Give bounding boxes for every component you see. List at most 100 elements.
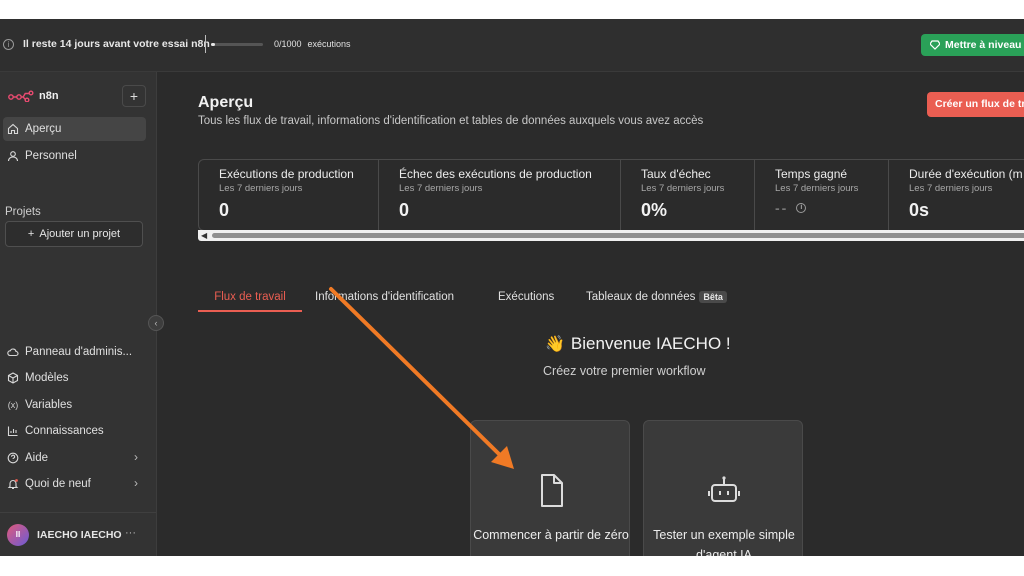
sidebar-item-variables[interactable]: (x) Variables: [3, 393, 146, 417]
wave-icon: 👋: [545, 336, 565, 353]
sidebar-item-label: Quoi de neuf: [25, 478, 91, 490]
tab-label: Informations d'identification: [315, 291, 454, 303]
logo[interactable]: n8n: [8, 90, 59, 102]
ai-agent-example-card[interactable]: Tester un exemple simple d'agent IA: [643, 420, 803, 556]
tab-label: Exécutions: [498, 291, 555, 303]
tab-data-tables[interactable]: Tableaux de données Bêta: [586, 284, 727, 312]
scrollbar-thumb[interactable]: [212, 233, 1024, 238]
welcome-subtitle: Créez votre premier workflow: [543, 364, 706, 378]
create-workflow-button[interactable]: Créer un flux de travail: [927, 92, 1024, 117]
stat-value: 0: [399, 200, 410, 220]
app-window: i Il reste 14 jours avant votre essai n8…: [0, 19, 1024, 556]
help-icon: [7, 452, 19, 464]
page-title: Aperçu: [198, 94, 254, 111]
trial-text: Il reste 14 jours avant votre essai n8n: [23, 38, 210, 50]
tab-label: Flux de travail: [214, 291, 286, 303]
sidebar-item-insights[interactable]: Connaissances: [3, 419, 146, 443]
stat-failure-rate[interactable]: Taux d'échec Les 7 derniers jours 0%: [621, 160, 755, 230]
create-plus-button[interactable]: +: [122, 85, 146, 107]
projects-heading: Projets: [5, 206, 41, 218]
stats-panel: Exécutions de production Les 7 derniers …: [198, 159, 1024, 231]
stat-label: Durée d'exécution (m: [909, 167, 1023, 181]
add-project-button[interactable]: + Ajouter un projet: [5, 221, 143, 247]
card-label: Commencer à partir de zéro: [473, 528, 629, 542]
home-icon: [7, 123, 19, 135]
sidebar-item-templates[interactable]: Modèles: [3, 366, 146, 390]
sidebar-item-label: Modèles: [25, 372, 69, 384]
sidebar-item-label: Panneau d'adminis...: [25, 346, 133, 358]
sidebar-item-label: Variables: [25, 399, 73, 411]
sidebar-item-label: Aperçu: [25, 123, 62, 135]
trial-banner: i Il reste 14 jours avant votre essai n8…: [0, 19, 1024, 72]
tab-label: Tableaux de données: [586, 291, 696, 303]
sidebar-item-admin-panel[interactable]: Panneau d'adminis...: [3, 340, 146, 364]
tab-credentials[interactable]: Informations d'identification: [315, 284, 454, 312]
user-menu[interactable]: II IAECHO IAECHO ···: [0, 512, 156, 556]
stat-production-executions[interactable]: Exécutions de production Les 7 derniers …: [199, 160, 379, 230]
user-icon: [7, 150, 19, 162]
stat-period: Les 7 derniers jours: [641, 183, 725, 194]
stat-label: Échec des exécutions de production: [399, 167, 592, 181]
chevron-right-icon: ›: [134, 450, 138, 464]
sidebar-item-label: Connaissances: [25, 425, 104, 437]
robot-icon: [708, 476, 740, 502]
user-name: IAECHO IAECHO: [37, 528, 122, 541]
card-label: Tester un exemple simple d'agent IA: [653, 528, 795, 556]
box-icon: [7, 372, 19, 384]
more-options-icon[interactable]: ···: [125, 527, 136, 539]
executions-unit: exécutions: [307, 39, 351, 49]
stat-value: 0%: [641, 200, 668, 220]
sidebar-item-label: Personnel: [25, 150, 77, 162]
tab-executions[interactable]: Exécutions: [498, 284, 554, 312]
stat-value-text: --: [775, 200, 789, 216]
executions-used: 0/1000: [274, 39, 302, 49]
sidebar-item-overview[interactable]: Aperçu: [3, 117, 146, 141]
welcome-title: 👋 Bienvenue IAECHO !: [545, 334, 731, 354]
sidebar-item-whats-new[interactable]: Quoi de neuf ›: [3, 472, 146, 496]
n8n-logo-icon: [8, 90, 34, 102]
chevron-right-icon: ›: [134, 476, 138, 490]
plus-icon: +: [27, 228, 35, 240]
stat-period: Les 7 derniers jours: [399, 183, 483, 194]
scroll-left-icon[interactable]: ◀: [201, 230, 207, 241]
file-icon: [541, 474, 563, 507]
executions-progress-bar: [211, 43, 263, 46]
stat-label: Taux d'échec: [641, 167, 711, 181]
diamond-icon: [930, 40, 940, 50]
page-subtitle: Tous les flux de travail, informations d…: [198, 115, 704, 127]
stat-failed-executions[interactable]: Échec des exécutions de production Les 7…: [379, 160, 621, 230]
sidebar-item-label: Aide: [25, 452, 49, 464]
chart-icon: [7, 425, 19, 437]
banner-divider: [205, 35, 206, 53]
collapse-sidebar-button[interactable]: ‹: [148, 315, 164, 331]
cloud-icon: [7, 346, 19, 358]
avatar: II: [7, 523, 29, 546]
tab-workflows[interactable]: Flux de travail: [198, 284, 302, 312]
add-project-label: Ajouter un projet: [39, 228, 121, 240]
stat-time-saved[interactable]: Temps gagné Les 7 derniers jours -- i: [755, 160, 889, 230]
stat-value: 0: [219, 200, 230, 220]
bell-icon: [7, 478, 19, 490]
stats-scrollbar[interactable]: ◀: [198, 230, 1024, 241]
stat-run-time[interactable]: Durée d'exécution (m Les 7 derniers jour…: [889, 160, 1024, 230]
logo-text: n8n: [39, 90, 59, 102]
stat-period: Les 7 derniers jours: [219, 183, 303, 194]
main-content: Aperçu Tous les flux de travail, informa…: [157, 72, 1024, 556]
variable-icon: (x): [7, 400, 19, 410]
stat-period: Les 7 derniers jours: [909, 183, 993, 194]
info-icon: i: [3, 39, 14, 50]
stat-period: Les 7 derniers jours: [775, 183, 859, 194]
upgrade-button[interactable]: Mettre à niveau: [921, 34, 1024, 56]
stat-label: Temps gagné: [775, 167, 848, 181]
info-icon[interactable]: i: [796, 203, 807, 213]
start-from-scratch-card[interactable]: Commencer à partir de zéro: [470, 420, 630, 556]
sidebar-item-personal[interactable]: Personnel: [3, 144, 146, 168]
stat-value: 0s: [909, 200, 930, 220]
upgrade-label: Mettre à niveau: [945, 39, 1022, 51]
stat-label: Exécutions de production: [219, 167, 354, 181]
sidebar: n8n + Aperçu Personnel Projets + Ajouter…: [0, 72, 157, 556]
executions-count: 0/1000 exécutions: [274, 39, 351, 49]
sidebar-item-help[interactable]: Aide ›: [3, 446, 146, 470]
stat-value: -- i: [775, 200, 888, 216]
welcome-title-text: Bienvenue IAECHO !: [570, 334, 731, 353]
